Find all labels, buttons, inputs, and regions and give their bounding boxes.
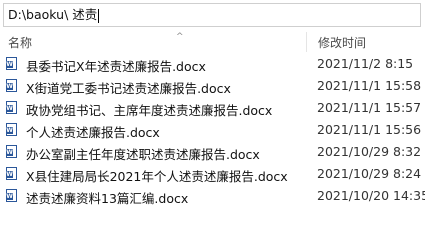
file-name: 政协党组书记、主席年度述责述廉报告.docx: [26, 103, 273, 118]
file-name: X街道党工委书记述责述廉报告.docx: [26, 81, 231, 96]
file-name: 办公室副主任年度述职述责述廉报告.docx: [26, 147, 260, 162]
file-modified: 2021/11/1 15:56: [317, 122, 422, 137]
file-row[interactable]: 办公室副主任年度述职述责述廉报告.docx 2021/10/29 8:32: [0, 141, 425, 163]
file-name: X县住建局局长2021年个人述责述廉报告.docx: [26, 169, 288, 184]
word-doc-icon: [6, 57, 17, 70]
word-doc-icon: [6, 101, 17, 114]
file-name: 个人述责述廉报告.docx: [26, 125, 160, 140]
file-row[interactable]: 述责述廉资料13篇汇编.docx 2021/10/20 14:35: [0, 185, 425, 207]
file-list: 县委书记X年述责述廉报告.docx 2021/11/2 8:15 X街道党工委书…: [0, 53, 425, 207]
file-modified: 2021/10/20 14:35: [317, 188, 425, 203]
file-row[interactable]: 县委书记X年述责述廉报告.docx 2021/11/2 8:15: [0, 53, 425, 75]
file-modified: 2021/10/29 8:32: [317, 144, 422, 159]
column-divider[interactable]: [306, 32, 307, 52]
file-name: 县委书记X年述责述廉报告.docx: [26, 59, 206, 74]
text-caret: [98, 8, 100, 23]
file-modified: 2021/11/1 15:57: [317, 100, 422, 115]
file-row[interactable]: X街道党工委书记述责述廉报告.docx 2021/11/1 15:58: [0, 75, 425, 97]
file-name: 述责述廉资料13篇汇编.docx: [26, 191, 189, 206]
column-header: ^ 名称 修改时间: [0, 32, 425, 52]
file-row[interactable]: X县住建局局长2021年个人述责述廉报告.docx 2021/10/29 8:2…: [0, 163, 425, 185]
column-modified-header[interactable]: 修改时间: [318, 34, 366, 51]
word-doc-icon: [6, 123, 17, 136]
word-doc-icon: [6, 189, 17, 202]
sort-up-icon: ^: [176, 32, 184, 42]
file-row[interactable]: 个人述责述廉报告.docx 2021/11/1 15:56: [0, 119, 425, 141]
file-modified: 2021/10/29 8:24: [317, 166, 422, 181]
file-modified: 2021/11/2 8:15: [317, 56, 414, 71]
file-modified: 2021/11/1 15:58: [317, 78, 422, 93]
file-row[interactable]: 政协党组书记、主席年度述责述廉报告.docx 2021/11/1 15:57: [0, 97, 425, 119]
word-doc-icon: [6, 167, 17, 180]
path-text: D:\baoku\ 述责: [8, 7, 98, 22]
word-doc-icon: [6, 79, 17, 92]
word-doc-icon: [6, 145, 17, 158]
column-name-header[interactable]: 名称: [8, 34, 32, 51]
address-bar: D:\baoku\ 述责: [0, 0, 425, 32]
path-input[interactable]: D:\baoku\ 述责: [3, 3, 421, 27]
